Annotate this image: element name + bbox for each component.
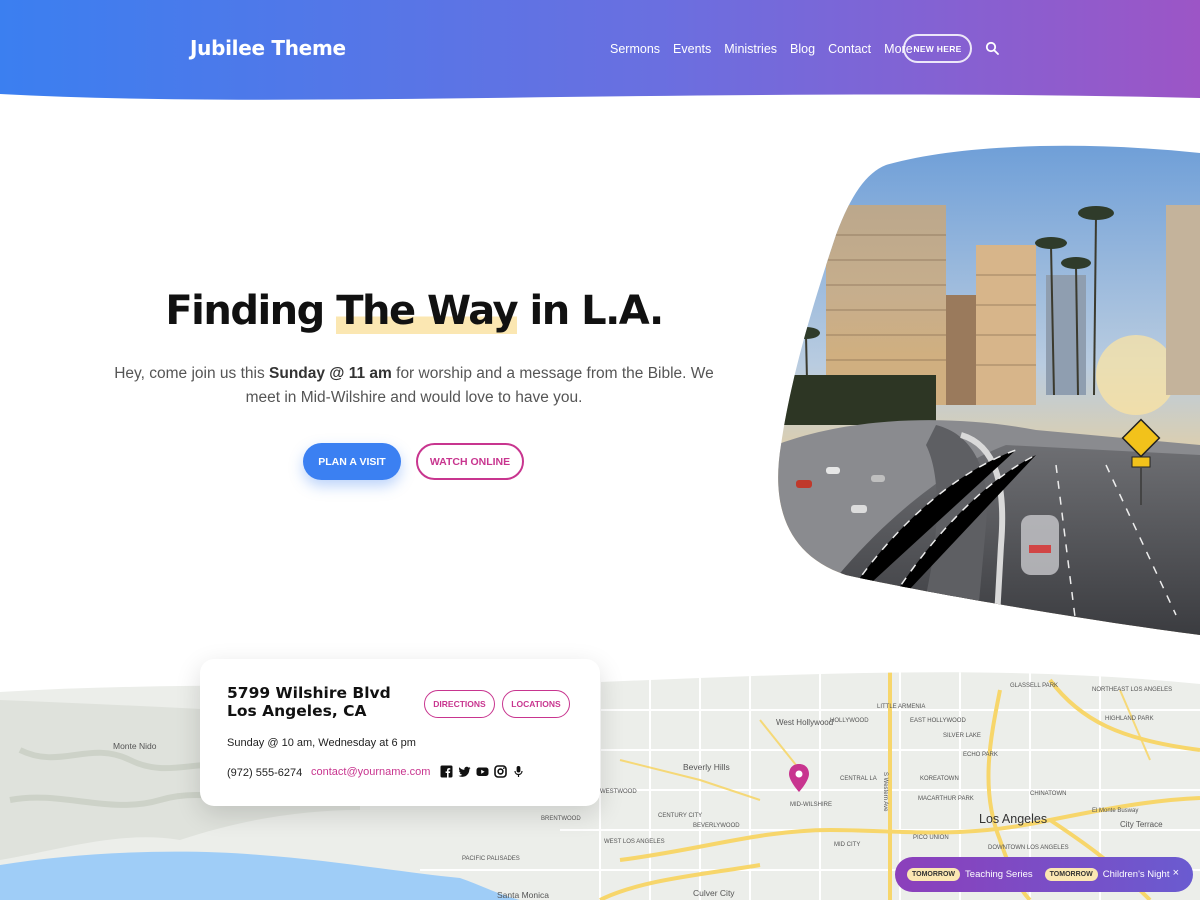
map-label: GLASSELL PARK [1010, 683, 1058, 689]
map-label: City Terrace [1120, 820, 1163, 829]
upcoming-events-bar: TOMORROW Teaching Series TOMORROW Childr… [895, 857, 1193, 892]
map-label: ECHO PARK [963, 752, 998, 758]
map-label: WEST LOS ANGELES [604, 839, 665, 845]
phone-number[interactable]: (972) 555-6274 [227, 767, 302, 779]
nav-item-events[interactable]: Events [673, 42, 711, 56]
hero-service-time: Sunday @ 11 am [269, 365, 392, 382]
facebook-icon[interactable] [440, 765, 453, 778]
youtube-icon[interactable] [476, 765, 489, 778]
plan-visit-button[interactable]: PLAN A VISIT [303, 443, 401, 480]
map-label: Beverly Hills [683, 762, 730, 772]
event-link-teaching-series[interactable]: Teaching Series [965, 869, 1033, 880]
map-label: Culver City [693, 888, 735, 898]
church-address: 5799 Wilshire Blvd Los Angeles, CA [227, 684, 391, 720]
map-label: HOLLYWOOD [830, 718, 869, 724]
location-card: 5799 Wilshire Blvd Los Angeles, CA DIREC… [200, 659, 600, 806]
hero-title-highlight: The Way [336, 288, 519, 334]
map-label: CENTURY CITY [658, 813, 702, 819]
map-label: Santa Monica [497, 890, 549, 900]
hero-description: Hey, come join us this Sunday @ 11 am fo… [110, 362, 718, 410]
new-here-button[interactable]: NEW HERE [903, 34, 972, 63]
watch-online-button[interactable]: WATCH ONLINE [416, 443, 524, 480]
map-label: SILVER LAKE [943, 733, 981, 739]
nav-item-ministries[interactable]: Ministries [724, 42, 777, 56]
search-icon[interactable] [985, 41, 999, 55]
map-label: EAST HOLLYWOOD [910, 718, 966, 724]
map-label: Monte Nido [113, 741, 157, 751]
map-label: West Hollywood [776, 718, 833, 727]
twitter-icon[interactable] [458, 765, 471, 778]
map-label: HIGHLAND PARK [1105, 716, 1154, 722]
hero-city-photo [778, 145, 1200, 635]
header-wave-shape [0, 94, 1200, 110]
map-label: S Western Ave [882, 772, 888, 812]
hero-title: Finding The Way in L.A. [114, 288, 714, 334]
social-links [440, 765, 525, 778]
nav-item-blog[interactable]: Blog [790, 42, 815, 56]
map-label: DOWNTOWN LOS ANGELES [988, 845, 1069, 851]
map-label: LITTLE ARMENIA [877, 704, 925, 710]
map-label: BEVERLYWOOD [693, 823, 740, 829]
hero-title-part1: Finding [165, 288, 337, 334]
main-nav: Sermons Events Ministries Blog Contact M… [610, 42, 913, 56]
map-label: Los Angeles [979, 812, 1047, 826]
locations-button[interactable]: LOCATIONS [502, 690, 570, 718]
map-label: KOREATOWN [920, 776, 959, 782]
map-label: MID-WILSHIRE [790, 802, 832, 808]
address-line-1: 5799 Wilshire Blvd [227, 684, 391, 702]
site-header: Jubilee Theme Sermons Events Ministries … [0, 0, 1200, 110]
map-label: BRENTWOOD [541, 816, 581, 822]
close-icon[interactable]: × [1173, 867, 1179, 879]
email-link[interactable]: contact@yourname.com [311, 766, 430, 778]
map-label: El Monte Busway [1092, 808, 1138, 814]
map-label: PACIFIC PALISADES [462, 856, 520, 862]
nav-item-sermons[interactable]: Sermons [610, 42, 660, 56]
address-line-2: Los Angeles, CA [227, 702, 367, 720]
instagram-icon[interactable] [494, 765, 507, 778]
map-label: CHINATOWN [1030, 791, 1066, 797]
directions-button[interactable]: DIRECTIONS [424, 690, 495, 718]
service-times: Sunday @ 10 am, Wednesday at 6 pm [227, 737, 416, 749]
map-label: MID CITY [834, 842, 860, 848]
map-label: PICO UNION [913, 835, 949, 841]
map-label: WESTWOOD [600, 789, 637, 795]
podcast-icon[interactable] [512, 765, 525, 778]
site-logo[interactable]: Jubilee Theme [190, 36, 346, 60]
hero-text-1: Hey, come join us this [114, 365, 270, 382]
hero-title-part2: in L.A. [517, 288, 664, 334]
event-link-childrens-night[interactable]: Children's Night [1103, 869, 1170, 880]
event-tag: TOMORROW [1044, 868, 1098, 881]
map-label: MACARTHUR PARK [918, 796, 974, 802]
event-tag: TOMORROW [907, 868, 961, 881]
map-label: NORTHEAST LOS ANGELES [1092, 687, 1172, 693]
nav-item-contact[interactable]: Contact [828, 42, 871, 56]
map-label: CENTRAL LA [840, 776, 877, 782]
